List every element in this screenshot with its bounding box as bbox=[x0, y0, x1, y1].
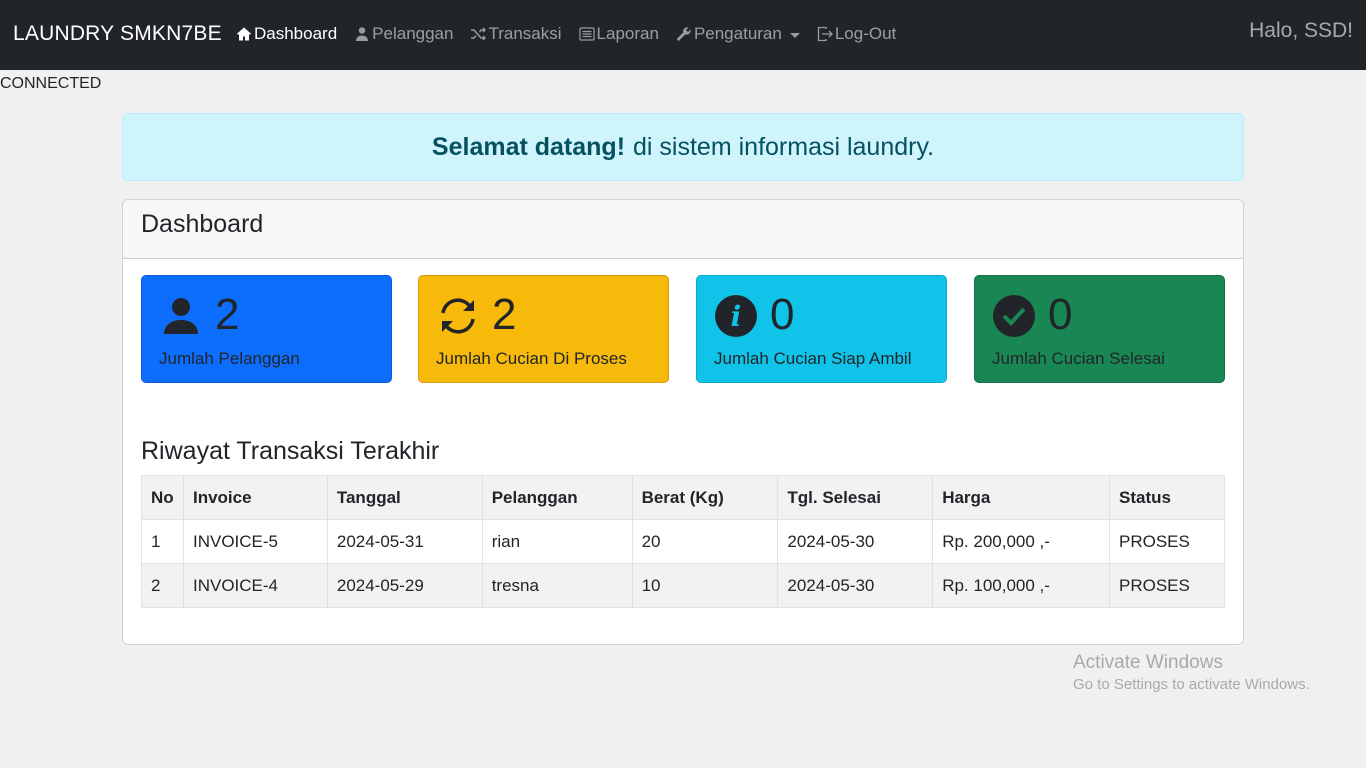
navbar: LAUNDRY SMKN7BE Dashboard Pelanggan Tran… bbox=[0, 0, 1366, 70]
nav-item-label: Pengaturan bbox=[693, 24, 782, 43]
table-header-row: No Invoice Tanggal Pelanggan Berat (Kg) … bbox=[141, 475, 1226, 520]
table-row: 1 INVOICE-5 2024-05-31 rian 20 2024-05-3… bbox=[141, 519, 1226, 564]
column-header: Invoice bbox=[182, 475, 328, 520]
info-icon: i bbox=[715, 295, 757, 337]
table-cell: 2 bbox=[141, 563, 184, 608]
table-cell: 20 bbox=[631, 519, 779, 564]
nav-item-laporan[interactable]: Laporan bbox=[578, 24, 659, 44]
check-circle-icon bbox=[993, 295, 1035, 337]
table-cell: PROSES bbox=[1108, 519, 1226, 564]
table-cell: Rp. 100,000 ,- bbox=[932, 563, 1110, 608]
list-icon bbox=[578, 27, 595, 41]
refresh-icon bbox=[441, 298, 475, 334]
welcome-bold: Selamat datang! bbox=[431, 132, 626, 161]
table-cell: rian bbox=[481, 519, 633, 564]
table-cell: tresna bbox=[481, 563, 633, 608]
table-cell: 2024-05-30 bbox=[777, 563, 934, 608]
nav-menu: Dashboard Pelanggan Transaksi Laporan Pe… bbox=[236, 24, 913, 44]
column-header: Status bbox=[1108, 475, 1226, 520]
brand[interactable]: LAUNDRY SMKN7BE bbox=[13, 22, 222, 46]
history-table: No Invoice Tanggal Pelanggan Berat (Kg) … bbox=[141, 475, 1226, 608]
table-cell: Rp. 200,000 ,- bbox=[932, 519, 1110, 564]
card-title: Dashboard bbox=[123, 200, 1243, 259]
tile-value: 0 bbox=[770, 290, 795, 339]
nav-item-label: Dashboard bbox=[254, 24, 338, 43]
table-cell: 1 bbox=[141, 519, 184, 564]
tile-label: Jumlah Cucian Siap Ambil bbox=[714, 349, 912, 368]
person-icon bbox=[356, 27, 369, 41]
table-row: 2 INVOICE-4 2024-05-29 tresna 10 2024-05… bbox=[141, 563, 1226, 608]
tile-value: 2 bbox=[215, 290, 240, 339]
tile-label: Jumlah Cucian Di Proses bbox=[436, 349, 627, 368]
tile-pelanggan[interactable]: 2 Jumlah Pelanggan bbox=[141, 275, 392, 383]
column-header: Pelanggan bbox=[481, 475, 633, 520]
tile-value: 2 bbox=[492, 290, 517, 339]
home-icon bbox=[237, 27, 251, 41]
person-icon bbox=[164, 298, 198, 334]
activation-watermark: Activate Windows Go to Settings to activ… bbox=[1073, 652, 1310, 693]
column-header: No bbox=[141, 475, 184, 520]
logout-icon bbox=[817, 26, 833, 42]
table-cell: 2024-05-30 bbox=[777, 519, 934, 564]
column-header: Harga bbox=[932, 475, 1110, 520]
welcome-alert: Selamat datang! di sistem informasi laun… bbox=[122, 113, 1244, 181]
nav-item-pengaturan[interactable]: Pengaturan bbox=[676, 24, 800, 44]
tile-siap-ambil[interactable]: i 0 Jumlah Cucian Siap Ambil bbox=[696, 275, 947, 383]
svg-text:i: i bbox=[731, 300, 742, 333]
wrench-icon bbox=[677, 27, 691, 41]
nav-item-pelanggan[interactable]: Pelanggan bbox=[354, 24, 453, 44]
watermark-title: Activate Windows bbox=[1073, 652, 1223, 673]
dashboard-card: Dashboard 2 Jumlah Pelanggan 2 Jumlah Cu… bbox=[122, 199, 1244, 645]
connection-status: CONNECTED bbox=[0, 75, 102, 92]
chevron-down-icon bbox=[789, 32, 800, 38]
tile-label: Jumlah Pelanggan bbox=[159, 349, 300, 368]
tile-value: 0 bbox=[1048, 290, 1073, 339]
user-greeting: Halo, SSD! bbox=[1249, 19, 1353, 42]
column-header: Tanggal bbox=[326, 475, 483, 520]
tile-selesai[interactable]: 0 Jumlah Cucian Selesai bbox=[974, 275, 1225, 383]
table-cell: PROSES bbox=[1108, 563, 1226, 608]
table-cell: 2024-05-29 bbox=[326, 563, 483, 608]
nav-item-transaksi[interactable]: Transaksi bbox=[470, 24, 562, 44]
history-title: Riwayat Transaksi Terakhir bbox=[141, 437, 440, 465]
nav-item-label: Transaksi bbox=[488, 24, 562, 43]
watermark-subtitle: Go to Settings to activate Windows. bbox=[1073, 676, 1310, 693]
tile-label: Jumlah Cucian Selesai bbox=[992, 349, 1165, 368]
nav-item-logout[interactable]: Log-Out bbox=[817, 24, 896, 44]
welcome-text: di sistem informasi laundry. bbox=[633, 132, 935, 161]
table-cell: INVOICE-4 bbox=[182, 563, 328, 608]
tile-proses[interactable]: 2 Jumlah Cucian Di Proses bbox=[418, 275, 669, 383]
nav-item-dashboard[interactable]: Dashboard bbox=[236, 24, 337, 44]
nav-item-label: Laporan bbox=[596, 24, 659, 43]
nav-item-label: Log-Out bbox=[834, 24, 897, 43]
table-cell: 10 bbox=[631, 563, 779, 608]
table-cell: 2024-05-31 bbox=[326, 519, 483, 564]
table-cell: INVOICE-5 bbox=[182, 519, 328, 564]
nav-item-label: Pelanggan bbox=[372, 24, 454, 43]
column-header: Tgl. Selesai bbox=[777, 475, 934, 520]
shuffle-icon bbox=[471, 27, 487, 41]
column-header: Berat (Kg) bbox=[631, 475, 779, 520]
